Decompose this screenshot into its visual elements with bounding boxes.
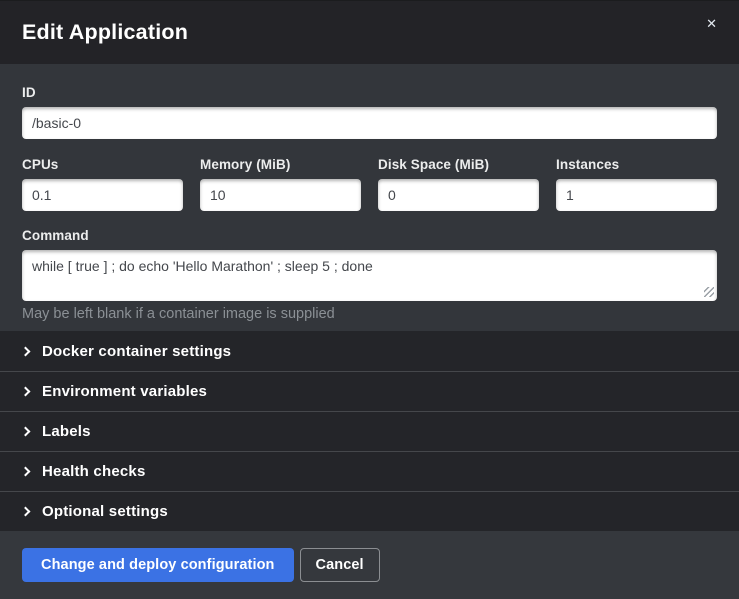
change-and-deploy-button[interactable]: Change and deploy configuration bbox=[22, 548, 294, 582]
cpus-field-group: CPUs bbox=[22, 157, 183, 211]
id-field-group: ID bbox=[22, 85, 717, 139]
accordion-sections: Docker container settings Environment va… bbox=[0, 331, 739, 531]
section-labels[interactable]: Labels bbox=[0, 411, 739, 451]
close-icon: ✕ bbox=[706, 16, 717, 31]
disk-label: Disk Space (MiB) bbox=[378, 157, 539, 172]
modal-header: Edit Application ✕ bbox=[0, 0, 739, 64]
chevron-right-icon bbox=[21, 387, 31, 397]
cpus-label: CPUs bbox=[22, 157, 183, 172]
section-label: Environment variables bbox=[42, 383, 207, 400]
edit-application-modal: Edit Application ✕ ID CPUs Memory (MiB) … bbox=[0, 0, 739, 599]
instances-input[interactable] bbox=[556, 179, 717, 211]
section-label: Health checks bbox=[42, 463, 145, 480]
modal-title: Edit Application bbox=[22, 20, 188, 45]
memory-label: Memory (MiB) bbox=[200, 157, 361, 172]
cancel-button[interactable]: Cancel bbox=[300, 548, 380, 582]
chevron-right-icon bbox=[21, 467, 31, 477]
disk-input[interactable] bbox=[378, 179, 539, 211]
disk-field-group: Disk Space (MiB) bbox=[378, 157, 539, 211]
command-help-text: May be left blank if a container image i… bbox=[22, 306, 717, 323]
section-label: Docker container settings bbox=[42, 343, 231, 360]
command-label: Command bbox=[22, 228, 717, 243]
command-field-group: Command while [ true ] ; do echo 'Hello … bbox=[22, 228, 717, 323]
instances-field-group: Instances bbox=[556, 157, 717, 211]
chevron-right-icon bbox=[21, 427, 31, 437]
section-environment-variables[interactable]: Environment variables bbox=[0, 371, 739, 411]
resources-row: CPUs Memory (MiB) Disk Space (MiB) Insta… bbox=[22, 157, 717, 211]
command-textarea[interactable]: while [ true ] ; do echo 'Hello Marathon… bbox=[22, 250, 717, 301]
memory-input[interactable] bbox=[200, 179, 361, 211]
command-textarea-wrap: while [ true ] ; do echo 'Hello Marathon… bbox=[22, 250, 717, 301]
chevron-right-icon bbox=[21, 507, 31, 517]
modal-footer: Change and deploy configuration Cancel bbox=[0, 531, 739, 599]
section-optional-settings[interactable]: Optional settings bbox=[0, 491, 739, 531]
id-input[interactable] bbox=[22, 107, 717, 139]
instances-label: Instances bbox=[556, 157, 717, 172]
chevron-right-icon bbox=[21, 346, 31, 356]
section-docker-container-settings[interactable]: Docker container settings bbox=[0, 331, 739, 371]
id-label: ID bbox=[22, 85, 717, 100]
application-form: ID CPUs Memory (MiB) Disk Space (MiB) In… bbox=[0, 64, 739, 331]
section-label: Optional settings bbox=[42, 503, 168, 520]
cpus-input[interactable] bbox=[22, 179, 183, 211]
section-label: Labels bbox=[42, 423, 91, 440]
section-health-checks[interactable]: Health checks bbox=[0, 451, 739, 491]
memory-field-group: Memory (MiB) bbox=[200, 157, 361, 211]
close-button[interactable]: ✕ bbox=[702, 13, 721, 34]
